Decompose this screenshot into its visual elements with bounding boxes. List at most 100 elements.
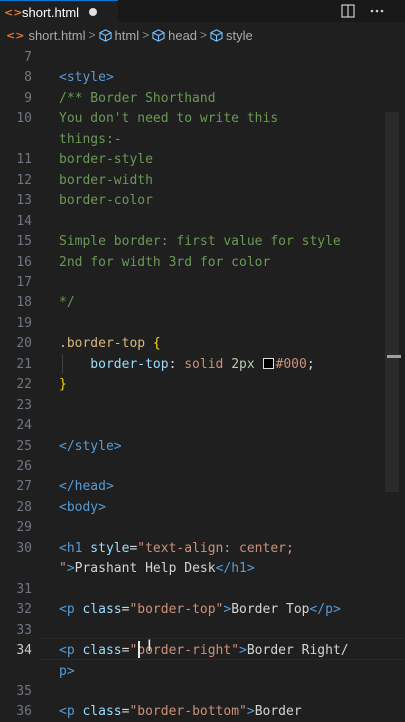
breadcrumb-item-html[interactable]: html (98, 28, 139, 43)
code-line[interactable]: 10 You don't need to write this (0, 109, 405, 129)
code-line[interactable]: 15 Simple border: first value for style (0, 232, 405, 252)
line-number: 9 (24, 90, 32, 106)
code-text: <p class="border-top">Border Top</p> (59, 602, 341, 618)
line-number: 24 (16, 418, 32, 434)
code-line[interactable]: 25 </style> (0, 437, 405, 457)
line-number: 19 (16, 315, 32, 331)
line-number: 7 (24, 50, 32, 65)
line-number: 12 (16, 172, 32, 188)
code-text: </head> (59, 479, 114, 495)
html-file-icon: <> (6, 28, 25, 42)
vertical-scrollbar[interactable] (385, 112, 399, 492)
code-line[interactable]: things:- (0, 130, 405, 150)
code-line[interactable]: 24 (0, 416, 405, 436)
more-actions-icon[interactable] (370, 4, 384, 18)
breadcrumb-label: style (226, 27, 253, 43)
color-swatch-icon[interactable] (262, 357, 274, 369)
code-text: <h1 style="text-align: center; (59, 540, 294, 556)
code-line[interactable]: 27 </head> (0, 477, 405, 497)
html-file-icon: <> (4, 5, 23, 19)
code-editor[interactable]: 7 8 <style> 9 /** Border Shorthand 10 You don'… (0, 48, 405, 720)
code-line[interactable]: 20 .border-top { (0, 334, 405, 354)
breadcrumb-separator: > (142, 28, 150, 42)
code-text: <style> (59, 70, 114, 86)
line-number: 36 (16, 704, 32, 720)
breadcrumb-separator: > (88, 28, 96, 42)
line-number: 23 (16, 397, 32, 413)
breadcrumb-item-style[interactable]: style (210, 28, 253, 43)
unsaved-dot-icon[interactable] (89, 8, 98, 16)
code-line[interactable]: 31 (0, 580, 405, 600)
code-line[interactable]: 33 (0, 621, 405, 641)
code-line[interactable]: 16 2nd for width 3rd for color (0, 253, 405, 273)
code-line[interactable]: 8 <style> (0, 68, 405, 88)
line-number: 27 (16, 479, 32, 495)
code-line[interactable]: 36 <p class="border-bottom">Border (0, 702, 405, 722)
breadcrumb-item-head[interactable]: head (152, 28, 197, 43)
code-text: <p class="border-right">Border Right/ (59, 643, 349, 659)
line-number: 22 (16, 377, 32, 393)
code-line[interactable]: 22} (0, 375, 405, 395)
code-text: border-width (59, 172, 153, 188)
line-number: 25 (16, 438, 32, 454)
code-text: You don't need to write this (59, 111, 279, 127)
code-text: border-color (59, 193, 153, 209)
text-cursor (138, 641, 140, 658)
tab-short-html[interactable]: <> short.html (0, 0, 118, 23)
breadcrumb-label: head (168, 27, 198, 43)
line-number: 20 (16, 336, 32, 352)
code-line[interactable]: 17 (0, 273, 405, 293)
code-text: <body> (59, 499, 106, 515)
code-line[interactable]: 23 (0, 396, 405, 416)
code-text: */ (59, 295, 75, 311)
code-line[interactable]: 29 (0, 518, 405, 538)
tab-bar: <> short.html (0, 0, 405, 23)
code-line[interactable]: 35 (0, 682, 405, 702)
line-number: 32 (16, 602, 32, 618)
line-number: 17 (16, 274, 32, 290)
code-line[interactable]: 18 */ (0, 293, 405, 313)
code-line[interactable]: ">Prashant Help Desk</h1> (0, 559, 405, 579)
code-line[interactable]: 14 (0, 212, 405, 232)
line-number: 30 (16, 540, 32, 556)
split-editor-icon[interactable] (341, 4, 355, 18)
line-number: 18 (16, 295, 32, 311)
code-line[interactable]: 9 /** Border Shorthand (0, 89, 405, 109)
code-line[interactable]: 7 (0, 48, 405, 68)
code-text: border-top: solid 2px #000; (59, 356, 315, 372)
code-line[interactable]: 11 border-style (0, 150, 405, 170)
line-number: 10 (16, 111, 32, 127)
code-text: p> (59, 663, 75, 679)
breadcrumb: <> short.html > html > head > style (0, 22, 405, 48)
line-number: 14 (16, 213, 32, 229)
code-line[interactable]: 19 (0, 314, 405, 334)
line-number: 15 (16, 234, 32, 250)
code-line[interactable]: 12 border-width (0, 171, 405, 191)
code-text: } (59, 377, 67, 393)
code-text: border-style (59, 152, 153, 168)
line-number: 16 (16, 254, 32, 270)
code-line[interactable]: 26 (0, 457, 405, 477)
code-text: /** Border Shorthand (59, 90, 216, 106)
line-number: 34 (16, 643, 32, 659)
breadcrumb-item-file[interactable]: short.html (28, 28, 85, 43)
code-line[interactable]: 34 <p class="border-right">Border Right/ (0, 641, 405, 661)
line-number: 21 (16, 356, 32, 372)
mouse-ibeam-icon: I (147, 636, 152, 655)
code-line[interactable]: p> (0, 662, 405, 682)
line-number: 33 (16, 622, 32, 638)
line-number: 31 (16, 581, 32, 597)
element-cube-icon (98, 28, 112, 42)
code-line[interactable]: 21 border-top: solid 2px #000; (0, 355, 405, 375)
code-text: </style> (59, 438, 122, 454)
code-line[interactable]: 13 border-color (0, 191, 405, 211)
line-number: 29 (16, 520, 32, 536)
code-line[interactable]: 28 <body> (0, 498, 405, 518)
code-text: <p class="border-bottom">Border (59, 704, 302, 720)
element-cube-icon (210, 28, 223, 42)
code-line[interactable]: 32 <p class="border-top">Border Top</p> (0, 600, 405, 620)
element-cube-icon (152, 28, 165, 42)
code-line[interactable]: 30 <h1 style="text-align: center; (0, 539, 405, 559)
code-text: .border-top { (59, 336, 161, 352)
line-number: 8 (24, 70, 32, 86)
